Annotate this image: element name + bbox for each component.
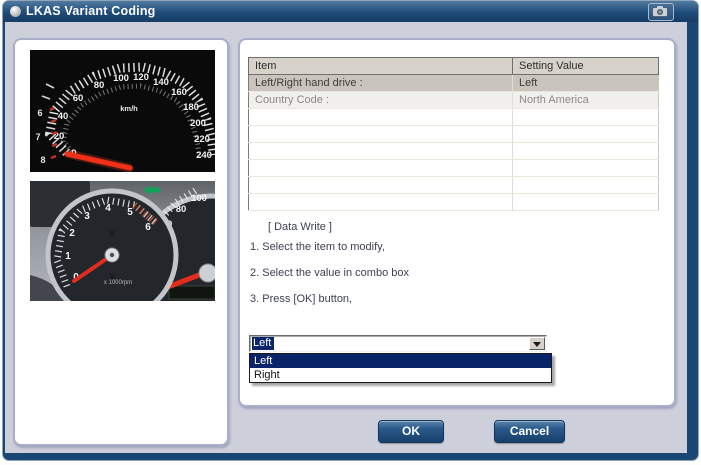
gauge-number: 100 (191, 193, 207, 204)
chevron-down-icon (533, 342, 541, 347)
table-row-empty (249, 126, 659, 143)
camera-icon (652, 6, 668, 17)
gauge-number: 6 (37, 108, 42, 118)
gauge-number: 160 (171, 87, 187, 98)
speed-unit-label: km/h (120, 104, 138, 113)
gauge-number: 4 (105, 203, 111, 214)
gauge-number: 240 (196, 150, 212, 161)
tachometer-photo: 020406080100 0123456 x 1000rpm (30, 181, 215, 301)
dialog-content: km/h 020406080100120140160180200220240 6… (5, 22, 687, 453)
gauge-number: 80 (94, 80, 105, 91)
window-frame: LKAS Variant Coding km/h 020406080100120… (2, 0, 699, 461)
combo-selected-value: Left (252, 337, 274, 350)
table-row-empty (249, 194, 659, 211)
table-row-empty (249, 177, 659, 194)
cell-value: North America (513, 92, 659, 109)
cell-item (249, 143, 513, 160)
table-header-row: Item Setting Value (249, 58, 659, 75)
gauge-number: 40 (58, 111, 69, 122)
dropdown-option-left[interactable]: Left (250, 354, 551, 368)
table-row-empty (249, 109, 659, 126)
dropdown-option-right[interactable]: Right (250, 368, 551, 382)
gauge-number: 3 (84, 211, 90, 222)
cell-item (249, 160, 513, 177)
settings-panel: Item Setting Value Left/Right hand drive… (238, 38, 676, 407)
cell-value (513, 177, 659, 194)
gauge-number: 180 (183, 102, 199, 113)
gauge-number: 140 (153, 77, 169, 88)
combo-dropdown-list: Left Right (249, 353, 552, 383)
column-header-item: Item (249, 58, 513, 75)
cell-item (249, 109, 513, 126)
tach-hub-dot (110, 253, 114, 257)
cell-value (513, 126, 659, 143)
table-row-hand-drive[interactable]: Left/Right hand drive : Left (249, 75, 659, 92)
speedometer-photo: km/h 020406080100120140160180200220240 6… (30, 50, 215, 172)
variant-table: Item Setting Value Left/Right hand drive… (248, 57, 659, 211)
combo-arrow-button[interactable] (529, 337, 545, 350)
table-row-empty (249, 143, 659, 160)
instruction-step-3: 3. Press [OK] button, (250, 293, 352, 305)
gauge-number: 5 (127, 207, 133, 218)
dial-dot (110, 275, 115, 280)
odometer-lcd (169, 286, 215, 299)
window-titlebar: LKAS Variant Coding (3, 1, 698, 22)
cell-item: Left/Right hand drive : (249, 75, 513, 92)
speed-needle-hub (199, 264, 215, 282)
cell-value: Left (513, 75, 659, 92)
gauge-number: 60 (73, 93, 84, 104)
gauge-number: 7 (35, 132, 40, 142)
value-combobox[interactable]: Left (249, 335, 547, 352)
ok-button[interactable]: OK (378, 420, 444, 443)
image-panel: km/h 020406080100120140160180200220240 6… (13, 38, 229, 446)
table-row-empty (249, 160, 659, 177)
column-header-setting-value: Setting Value (513, 58, 659, 75)
app-icon (10, 6, 21, 17)
dial-dot (110, 231, 115, 236)
cell-value (513, 143, 659, 160)
gauge-number: 6 (145, 222, 151, 233)
lkas-variant-coding-window: LKAS Variant Coding km/h 020406080100120… (0, 0, 701, 465)
instruction-step-2: 2. Select the value in combo box (250, 267, 409, 279)
cell-item (249, 194, 513, 211)
window-title: LKAS Variant Coding (26, 1, 156, 22)
cell-item: Country Code : (249, 92, 513, 109)
gauge-number: 2 (69, 228, 75, 239)
gauge-number: 1 (65, 251, 71, 262)
gauge-number: 220 (194, 134, 210, 145)
instruction-step-1: 1. Select the item to modify, (250, 241, 385, 253)
gauge-number: 80 (176, 204, 187, 215)
cell-value (513, 109, 659, 126)
gauge-number: 8 (40, 155, 45, 165)
cell-value (513, 194, 659, 211)
gauge-number: 100 (113, 73, 129, 84)
gauge-number: 200 (190, 118, 206, 129)
gauge-number: 120 (133, 72, 149, 83)
tach-unit-label: x 1000rpm (104, 280, 132, 286)
data-write-label: [ Data Write ] (268, 221, 332, 233)
table-row-country-code[interactable]: Country Code : North America (249, 92, 659, 109)
cell-item (249, 177, 513, 194)
cancel-button[interactable]: Cancel (494, 420, 565, 443)
cell-value (513, 160, 659, 177)
cell-item (249, 126, 513, 143)
screenshot-button[interactable] (648, 3, 674, 21)
